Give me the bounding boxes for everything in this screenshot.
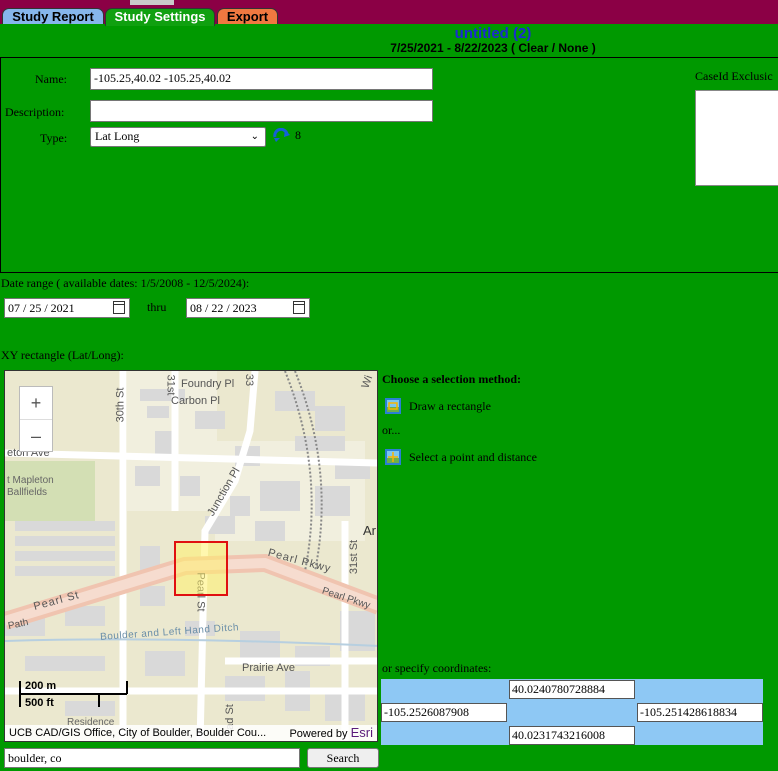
zoom-out-button[interactable]: – bbox=[20, 419, 52, 452]
map-label: Foundry Pl bbox=[181, 378, 235, 390]
caseid-label: CaseId Exclusic bbox=[695, 69, 773, 83]
tab-study-settings[interactable]: Study Settings bbox=[105, 8, 215, 26]
coordinates-panel: 40.0240780728884 -105.2526087908 -105.25… bbox=[381, 679, 763, 745]
end-date-value: 08 / 22 / 2023 bbox=[190, 301, 257, 315]
map-label: 31st St bbox=[348, 539, 361, 575]
calendar-icon[interactable] bbox=[293, 301, 305, 314]
esri-logo[interactable]: Esri bbox=[351, 725, 373, 740]
or-label: or... bbox=[382, 423, 401, 437]
map-attribution: UCB CAD/GIS Office, City of Boulder, Bou… bbox=[5, 725, 377, 741]
specify-coordinates-label: or specify coordinates: bbox=[382, 661, 492, 675]
draw-rectangle-icon[interactable] bbox=[385, 398, 401, 414]
name-field[interactable]: -105.25,40.02 -105.25,40.02 bbox=[90, 68, 433, 90]
attribution-text: UCB CAD/GIS Office, City of Boulder, Bou… bbox=[9, 727, 267, 739]
description-label: Description: bbox=[5, 105, 65, 119]
description-field[interactable] bbox=[90, 100, 433, 122]
map-label: Prairie Ave bbox=[242, 662, 295, 674]
date-range-label: Date range ( available dates: 1/5/2008 -… bbox=[1, 276, 250, 290]
map-label: 30th St bbox=[114, 387, 127, 423]
thru-label: thru bbox=[147, 300, 167, 314]
tab-bar: Study Report Study Settings Export bbox=[0, 6, 778, 26]
chevron-down-icon: ⌄ bbox=[250, 131, 259, 142]
map-label: 31st bbox=[164, 374, 177, 396]
type-count: 8 bbox=[295, 128, 301, 142]
map-label: 33 bbox=[243, 373, 256, 387]
caseid-exclusion-list[interactable] bbox=[695, 90, 778, 186]
east-longitude-input[interactable]: -105.251428618834 bbox=[637, 703, 763, 722]
xy-rectangle-label: XY rectangle (Lat/Long): bbox=[1, 348, 124, 362]
south-latitude-input[interactable]: 40.0231743216008 bbox=[509, 726, 635, 745]
calendar-icon[interactable] bbox=[113, 301, 125, 314]
map-label: t Mapleton bbox=[7, 475, 54, 486]
location-search-input[interactable]: boulder, co bbox=[4, 748, 300, 768]
point-distance-icon[interactable] bbox=[385, 449, 401, 465]
scale-imperial: 500 ft bbox=[25, 697, 54, 709]
type-select[interactable]: Lat Long ⌄ bbox=[90, 127, 266, 147]
zoom-in-button[interactable]: + bbox=[20, 387, 52, 419]
refresh-icon[interactable] bbox=[272, 128, 292, 144]
powered-by: Powered by Esri bbox=[289, 725, 373, 741]
scale-bar: 200 m 500 ft bbox=[19, 677, 129, 711]
map-view[interactable]: Foundry Pl Carbon Pl 30th St 31st 33 eto… bbox=[4, 370, 378, 742]
map-label: Ar bbox=[363, 523, 376, 538]
selection-rectangle[interactable] bbox=[174, 541, 228, 596]
settings-panel: Name: -105.25,40.02 -105.25,40.02 Descri… bbox=[0, 57, 778, 273]
north-latitude-input[interactable]: 40.0240780728884 bbox=[509, 680, 635, 699]
start-date-value: 07 / 25 / 2021 bbox=[8, 301, 75, 315]
type-select-value: Lat Long bbox=[95, 129, 140, 143]
west-longitude-input[interactable]: -105.2526087908 bbox=[381, 703, 507, 722]
selection-method-heading: Choose a selection method: bbox=[382, 372, 521, 386]
scale-metric: 200 m bbox=[25, 680, 57, 692]
map-label: Ballfields bbox=[7, 487, 48, 498]
end-date-input[interactable]: 08 / 22 / 2023 bbox=[186, 298, 310, 318]
point-distance-option[interactable]: Select a point and distance bbox=[409, 450, 537, 465]
top-bar-notch bbox=[130, 0, 174, 5]
powered-by-label: Powered by bbox=[289, 728, 348, 740]
study-title: untitled (2) bbox=[454, 25, 532, 42]
map-label: Carbon Pl bbox=[171, 395, 220, 407]
search-button[interactable]: Search bbox=[307, 748, 379, 768]
start-date-input[interactable]: 07 / 25 / 2021 bbox=[4, 298, 130, 318]
type-label: Type: bbox=[40, 131, 68, 145]
tab-export[interactable]: Export bbox=[217, 8, 278, 24]
draw-rectangle-option[interactable]: Draw a rectangle bbox=[409, 399, 491, 414]
zoom-control: + – bbox=[19, 386, 53, 452]
study-subtitle: 7/25/2021 - 8/22/2023 ( Clear / None ) bbox=[390, 41, 596, 55]
tab-study-report[interactable]: Study Report bbox=[2, 8, 104, 24]
name-label: Name: bbox=[35, 72, 67, 86]
